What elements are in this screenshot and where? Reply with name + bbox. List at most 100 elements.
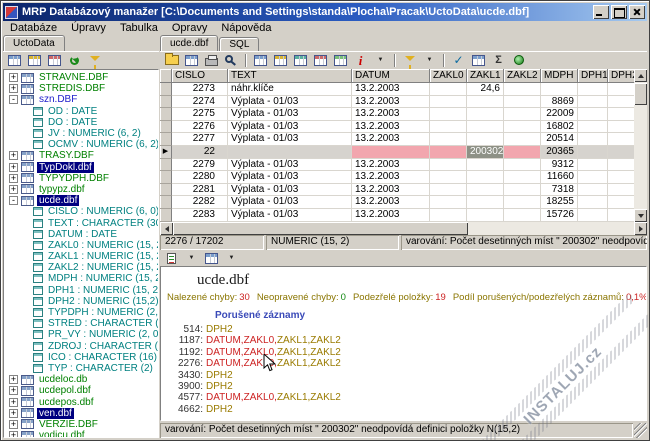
tree-expand-icon[interactable]: + xyxy=(9,151,18,160)
cell-datum[interactable]: 13.2.2003 xyxy=(352,209,430,222)
tree-item-ucde-dbf[interactable]: -ucde.dbf xyxy=(6,195,158,206)
cell-text[interactable]: Výplata - 01/03 xyxy=(228,209,352,222)
cell-text[interactable]: Výplata - 01/03 xyxy=(228,159,352,172)
cell-mdph[interactable]: 11660 xyxy=(541,171,578,184)
cell-cislo[interactable]: 22 xyxy=(172,146,228,159)
cell-dph1[interactable] xyxy=(578,121,608,134)
cell-mdph[interactable]: 22009 xyxy=(541,108,578,121)
table-columns-button[interactable] xyxy=(291,52,310,69)
cell-zakl1[interactable] xyxy=(467,96,504,109)
cell-dph1[interactable] xyxy=(578,146,608,159)
tree-expand-icon[interactable]: - xyxy=(9,196,18,205)
minimize-button[interactable] xyxy=(593,5,609,19)
cell-dph1[interactable] xyxy=(578,184,608,197)
info-button[interactable]: i xyxy=(351,52,370,69)
cell-dph1[interactable] xyxy=(578,159,608,172)
tree-item-datum[interactable]: DATUM : DATE xyxy=(6,229,158,240)
tree-item-stredis-dbf[interactable]: +STREDIS.DBF xyxy=(6,83,158,94)
menu-item-tabulka[interactable]: Tabulka xyxy=(113,22,165,34)
table-open-button[interactable] xyxy=(25,52,44,69)
views-dropdown-button[interactable]: ▼ xyxy=(371,52,390,69)
report-record[interactable]: 1187:DATUM,ZAKL0,ZAKL1,ZAKL2 xyxy=(161,335,646,346)
cell-datum[interactable]: 13.2.2003 xyxy=(352,108,430,121)
tree-item-ucdepos-dbf[interactable]: +ucdepos.dbf xyxy=(6,396,158,407)
cell-mdph[interactable]: 9312 xyxy=(541,159,578,172)
cell-text[interactable]: Výplata - 01/03 xyxy=(228,108,352,121)
filter-button[interactable] xyxy=(400,52,419,69)
tree-item-pr-vy[interactable]: PR_VY : NUMERIC (2, 0) xyxy=(6,329,158,340)
tab-ucde-dbf[interactable]: ucde.dbf xyxy=(160,35,218,51)
cell-cislo[interactable]: 2280 xyxy=(172,171,228,184)
table-row[interactable]: 2276Výplata - 01/0313.2.200316802 xyxy=(160,121,634,134)
cell-datum[interactable]: 13.2.2003 xyxy=(352,83,430,96)
cell-zakl1[interactable] xyxy=(467,133,504,146)
column-header-datum[interactable]: DATUM xyxy=(352,69,430,83)
cell-dph1[interactable] xyxy=(578,196,608,209)
table-row[interactable]: 2279Výplata - 01/0313.2.2003 9312 xyxy=(160,159,634,172)
tree-expand-icon[interactable]: + xyxy=(9,73,18,82)
cell-text[interactable]: Výplata - 01/03 xyxy=(228,196,352,209)
column-header-dph1[interactable]: DPH1 xyxy=(578,69,608,83)
tree-expand-icon[interactable]: + xyxy=(9,84,18,93)
tree-item-text[interactable]: TEXT : CHARACTER (30) xyxy=(6,217,158,228)
tree-item-typ[interactable]: TYP : CHARACTER (2) xyxy=(6,363,158,374)
tree-item-typypz-dbf[interactable]: +typypz.dbf xyxy=(6,184,158,195)
cell-datum[interactable]: 13.2.2003 xyxy=(352,196,430,209)
cell-zakl1[interactable] xyxy=(467,184,504,197)
cell-zakl1[interactable] xyxy=(467,171,504,184)
cell-datum[interactable]: 13.2.2003 xyxy=(352,121,430,134)
cell-zakl0[interactable] xyxy=(430,184,467,197)
tree-item-typdokl-dbf[interactable]: +TypDokl.dbf xyxy=(6,162,158,173)
table-row[interactable]: 2283Výplata - 01/0313.2.200315726 xyxy=(160,209,634,222)
preview-button[interactable] xyxy=(222,52,241,69)
tree-item-szn-dbf[interactable]: -szn.DBF xyxy=(6,94,158,105)
filter-dropdown-button[interactable]: ▼ xyxy=(420,52,439,69)
column-header-mdph[interactable]: MDPH xyxy=(541,69,578,83)
cell-dph2[interactable] xyxy=(608,121,634,134)
menu-item-datab-ze[interactable]: Databáze xyxy=(3,22,64,34)
cell-dph2[interactable] xyxy=(608,96,634,109)
tree-item-verzie-dbf[interactable]: +VERZIE.DBF xyxy=(6,419,158,430)
tree-expand-icon[interactable]: + xyxy=(9,386,18,395)
cell-dph1[interactable] xyxy=(578,209,608,222)
cell-datum[interactable]: 13.2.2003 xyxy=(352,159,430,172)
cell-mdph[interactable]: 16802 xyxy=(541,121,578,134)
table-row[interactable]: 2282Výplata - 01/0313.2.200318255 xyxy=(160,196,634,209)
column-header-dph2[interactable]: DPH2 xyxy=(608,69,634,83)
menu-item-n-pov-da[interactable]: Nápověda xyxy=(214,22,278,34)
cell-datum[interactable] xyxy=(352,146,430,159)
report-record[interactable]: 1192:DATUM,ZAKL0,ZAKL1,ZAKL2 xyxy=(161,347,646,358)
cell-datum[interactable]: 13.2.2003 xyxy=(352,171,430,184)
scroll-down-button[interactable] xyxy=(634,209,647,222)
cell-mdph[interactable]: 18255 xyxy=(541,196,578,209)
cell-dph2[interactable] xyxy=(608,209,634,222)
tree-expand-icon[interactable]: + xyxy=(9,420,18,429)
cell-dph2[interactable] xyxy=(608,184,634,197)
cell-dph2[interactable] xyxy=(608,108,634,121)
tree-item-ucdeloc-db[interactable]: +ucdeloc.db xyxy=(6,374,158,385)
cell-zakl2[interactable] xyxy=(504,83,541,96)
cell-dph1[interactable] xyxy=(578,108,608,121)
table-report-dropdown-button[interactable]: ▼ xyxy=(222,250,241,267)
tree-expand-icon[interactable]: + xyxy=(9,398,18,407)
table-row[interactable]: 2280Výplata - 01/0313.2.200311660 xyxy=(160,171,634,184)
maximize-button[interactable] xyxy=(611,5,627,19)
tree-item-dph1[interactable]: DPH1 : NUMERIC (15, 2) xyxy=(6,285,158,296)
table-browse-button[interactable] xyxy=(331,52,350,69)
filter-small-button[interactable] xyxy=(85,52,104,69)
tree-item-ven-dbf[interactable]: +ven.dbf xyxy=(6,408,158,419)
cell-dph2[interactable] xyxy=(608,171,634,184)
cell-dph1[interactable] xyxy=(578,133,608,146)
tree-item-ucdepol-dbf[interactable]: +ucdepol.dbf xyxy=(6,385,158,396)
tree-expand-icon[interactable]: + xyxy=(9,163,18,172)
tree-expand-icon[interactable]: + xyxy=(9,409,18,418)
check-report-button[interactable] xyxy=(162,250,181,267)
tree-expand-icon[interactable]: - xyxy=(9,95,18,104)
tree-item-trasy-dbf[interactable]: +TRASY.DBF xyxy=(6,150,158,161)
cell-mdph[interactable]: 7318 xyxy=(541,184,578,197)
table-check-button[interactable] xyxy=(469,52,488,69)
scroll-right-button[interactable] xyxy=(634,222,647,235)
cell-zakl1[interactable] xyxy=(467,108,504,121)
cell-zakl2[interactable] xyxy=(504,184,541,197)
cell-cislo[interactable]: 2279 xyxy=(172,159,228,172)
